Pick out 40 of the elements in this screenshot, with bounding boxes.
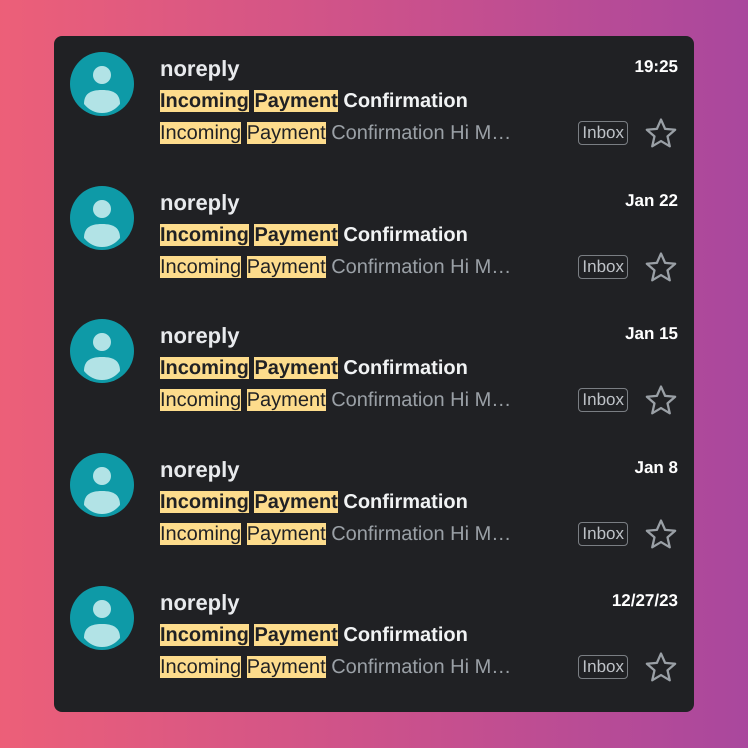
message-row[interactable]: noreply Jan 8 Incoming Payment Confirmation Incoming Payment Confirmation Hi M… Inbox — [70, 452, 678, 578]
message-row[interactable]: noreply Jan 22 Incoming Payment Confirmation Incoming Payment Confirmation Hi M… Inbox — [70, 186, 678, 312]
message-row[interactable]: noreply 12/27/23 Incoming Payment Confirmation Incoming Payment Confirmation Hi M… Inbox — [70, 586, 678, 712]
star-icon[interactable] — [644, 116, 678, 150]
message-subject: Incoming Payment Confirmation — [160, 356, 469, 382]
message-time: 19:25 — [634, 56, 678, 78]
message-time: Jan 22 — [625, 190, 678, 212]
message-preview: Incoming Payment Confirmation Hi M… — [160, 254, 512, 280]
avatar-icon — [70, 52, 134, 116]
sender-name: noreply — [160, 55, 240, 83]
star-icon[interactable] — [644, 383, 678, 418]
message-subject: Incoming Payment Confirmation — [160, 222, 469, 248]
inbox-label: Inbox — [578, 254, 628, 279]
message-subject: Incoming Payment Confirmation — [160, 89, 469, 114]
message-row[interactable]: noreply Jan 15 Incoming Payment Confirmation Incoming Payment Confirmation Hi M… Inbox — [70, 319, 678, 445]
sender-name: noreply — [160, 456, 240, 484]
sender-name: noreply — [160, 589, 240, 618]
message-preview: Incoming Payment Confirmation Hi M… — [160, 388, 512, 414]
message-preview: Incoming Payment Confirmation Hi M… — [160, 522, 512, 547]
message-row[interactable]: noreply 19:25 Incoming Payment Confirmation Incoming Payment Confirmation Hi M… Inbox — [70, 52, 678, 178]
message-preview: Incoming Payment Confirmation Hi M… — [160, 121, 512, 146]
star-icon[interactable] — [644, 250, 678, 284]
sender-name: noreply — [160, 322, 240, 350]
inbox-label: Inbox — [578, 655, 628, 680]
inbox-label: Inbox — [578, 121, 628, 145]
avatar-icon — [70, 319, 134, 384]
avatar-icon — [70, 452, 134, 517]
avatar-icon — [70, 586, 134, 650]
message-time: Jan 8 — [634, 456, 678, 479]
avatar-icon — [70, 186, 134, 250]
message-time: Jan 15 — [625, 323, 678, 346]
message-time: 12/27/23 — [612, 590, 678, 612]
inbox-label: Inbox — [578, 522, 628, 546]
inbox-label: Inbox — [578, 388, 628, 412]
message-subject: Incoming Payment Confirmation — [160, 490, 469, 515]
sender-name: noreply — [160, 188, 240, 217]
star-icon[interactable] — [644, 516, 678, 551]
message-preview: Incoming Payment Confirmation Hi M… — [160, 655, 512, 680]
message-subject: Incoming Payment Confirmation — [160, 623, 469, 648]
star-icon[interactable] — [644, 650, 678, 684]
